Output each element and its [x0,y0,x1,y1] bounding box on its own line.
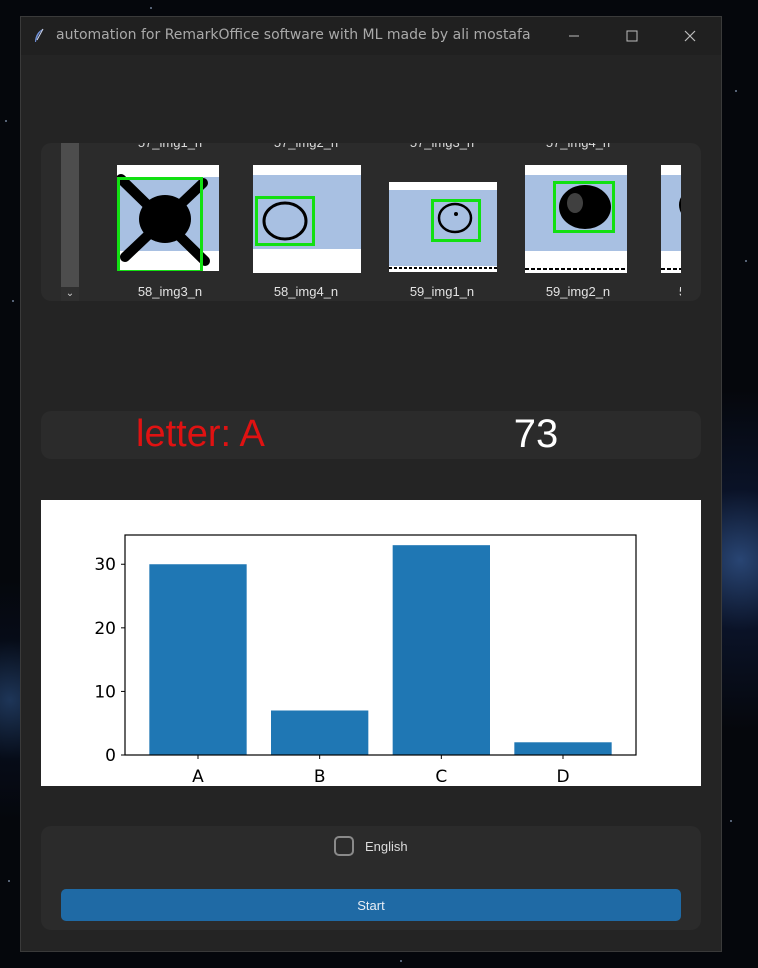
answer-thumbnail[interactable] [253,165,361,273]
detected-letter: letter: A [136,413,265,455]
x-tick-label: A [192,767,204,786]
y-tick-label: 10 [94,682,116,702]
thumbnail-label: 57_img2_n [251,143,361,150]
english-checkbox-label[interactable]: English [365,839,408,854]
thumbnail-label: 59_img2_n [545,284,611,299]
result-bar: letter: A 73 [41,411,701,459]
close-icon [684,30,696,42]
thumbnail-label: 5 [679,284,681,299]
minimize-button[interactable] [551,17,597,55]
background-star [730,820,732,822]
answer-thumbnail[interactable] [661,165,681,273]
scroll-down-arrow-icon[interactable]: ⌄ [61,287,79,301]
minimize-icon [569,35,579,37]
window-title: automation for RemarkOffice software wit… [56,27,531,43]
answer-thumbnail[interactable] [525,165,627,273]
background-star [735,90,737,92]
background-star [150,7,152,9]
thumbnail-label: 58_img3_n [137,284,203,299]
chart-bar [149,564,247,755]
chart-bar [392,545,490,755]
x-tick-label: D [556,767,569,786]
maximize-button[interactable] [609,17,655,55]
thumbnail-label: 57_img4_n [523,143,633,150]
x-tick-label: C [435,767,447,786]
partial-bubble-image [661,197,681,270]
thumbnail-label: 58_img4_n [273,284,339,299]
bar-chart-svg: A B C D 0 10 20 30 [94,534,637,787]
background-star [400,960,402,962]
thumbnails-area: 57_img1_n 57_img2_n 57_img3_n 57_img4_n [95,143,681,301]
thumbnail-label: 59_img1_n [409,284,475,299]
app-window: automation for RemarkOffice software wit… [20,16,722,952]
maximize-icon [626,30,638,42]
score-value: 73 [513,412,559,456]
y-tick-label: 20 [94,619,116,639]
chart-bar [514,742,612,755]
feather-app-icon [35,28,44,42]
close-button[interactable] [667,17,713,55]
chart-bar [271,710,369,755]
english-checkbox[interactable] [334,836,354,856]
background-star [8,880,10,882]
y-tick-label: 30 [94,555,116,575]
thumbnail-label: 57_img1_n [115,143,225,150]
background-star [745,260,747,262]
background-star [5,120,7,122]
background-star [12,300,14,302]
y-tick-label: 0 [105,746,116,766]
thumbnail-label: 57_img3_n [387,143,497,150]
gallery-scrollbar[interactable]: ⌄ [61,143,79,301]
scrollbar-thumb[interactable] [61,143,79,287]
answer-thumbnail[interactable] [389,182,497,272]
start-button[interactable]: Start [61,889,681,921]
answer-chart: A B C D 0 10 20 30 [41,500,701,787]
controls-panel: English Start [41,826,701,930]
image-gallery[interactable]: ⌄ 57_img1_n 57_img2_n 57_img3_n 57_img4_… [41,143,701,301]
title-bar[interactable]: automation for RemarkOffice software wit… [21,17,721,55]
answer-thumbnail[interactable] [117,165,219,271]
x-tick-label: B [314,767,326,786]
